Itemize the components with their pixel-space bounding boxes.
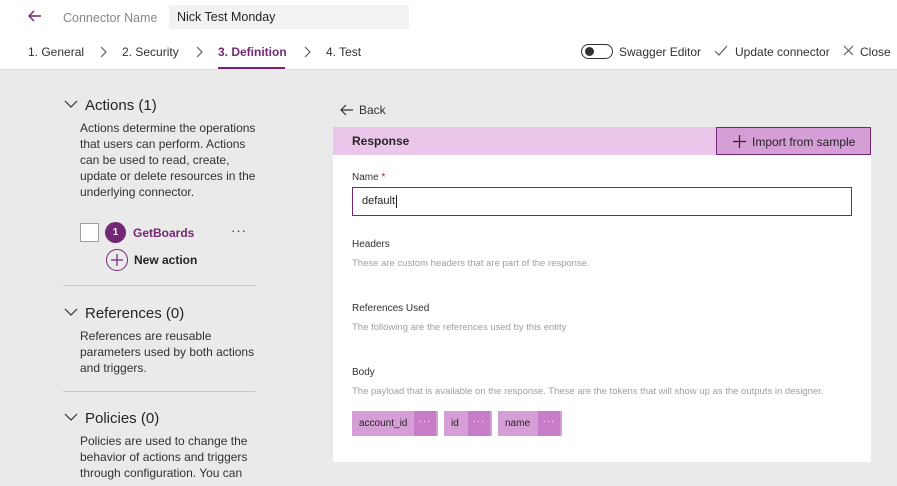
- body-help: The payload that is available on the res…: [352, 386, 824, 397]
- response-title: Response: [352, 134, 410, 148]
- action-item-getboards[interactable]: GetBoards: [133, 226, 194, 240]
- references-heading[interactable]: References (0): [85, 305, 184, 322]
- step-security[interactable]: 2. Security: [122, 45, 179, 59]
- policies-description: Policies are used to change the behavior…: [80, 434, 248, 480]
- section-divider: [63, 391, 255, 392]
- chevron-right-icon: [304, 46, 311, 58]
- close-icon: [843, 45, 854, 56]
- connector-name-input[interactable]: Nick Test Monday: [169, 5, 409, 29]
- back-link[interactable]: Back: [359, 103, 386, 117]
- step-navigation: 1. General 2. Security 3. Definition 4. …: [0, 36, 897, 70]
- actions-heading[interactable]: Actions (1): [85, 97, 157, 114]
- name-input[interactable]: default: [352, 187, 852, 216]
- action-checkbox[interactable]: [80, 223, 99, 242]
- token-label: id: [451, 418, 459, 429]
- toggle-knob: [585, 47, 594, 56]
- plus-icon: [733, 135, 746, 148]
- chevron-right-icon: [100, 46, 107, 58]
- body-token[interactable]: name ···: [498, 411, 562, 436]
- active-step-indicator: [218, 67, 285, 69]
- body-label: Body: [352, 367, 375, 378]
- chevron-down-icon[interactable]: [64, 412, 78, 422]
- token-more-button[interactable]: ···: [538, 411, 560, 436]
- back-icon[interactable]: [340, 104, 354, 116]
- swagger-editor-label: Swagger Editor: [619, 45, 702, 59]
- action-more-button[interactable]: ···: [231, 223, 247, 238]
- step-test[interactable]: 4. Test: [326, 45, 361, 59]
- top-bar: Connector Name Nick Test Monday: [0, 0, 897, 36]
- new-action-button[interactable]: New action: [134, 253, 197, 267]
- step-general[interactable]: 1. General: [28, 45, 84, 59]
- step-definition[interactable]: 3. Definition: [218, 45, 287, 59]
- swagger-editor-toggle[interactable]: [581, 44, 613, 59]
- token-more-button[interactable]: ···: [414, 411, 436, 436]
- token-label: name: [505, 418, 531, 429]
- token-label: account_id: [359, 418, 408, 429]
- add-icon[interactable]: [106, 249, 128, 271]
- update-connector-button[interactable]: Update connector: [735, 45, 830, 59]
- text-cursor: [396, 194, 398, 208]
- required-marker: *: [381, 172, 386, 183]
- definition-sidebar: Actions (1) Actions determine the operat…: [0, 71, 320, 486]
- close-button[interactable]: Close: [860, 45, 891, 59]
- response-card: Response Import from sample Name * defau…: [333, 127, 871, 462]
- token-more-button[interactable]: ···: [468, 411, 490, 436]
- body-token[interactable]: id ···: [444, 411, 492, 436]
- chevron-right-icon: [196, 46, 203, 58]
- response-header: Response Import from sample: [333, 127, 871, 155]
- name-value: default: [362, 195, 396, 207]
- name-label: Name *: [352, 172, 386, 183]
- references-used-help: The following are the references used by…: [352, 322, 567, 333]
- headers-help: These are custom headers that are part o…: [352, 258, 590, 269]
- connector-name-label: Connector Name: [63, 11, 158, 25]
- chevron-down-icon[interactable]: [64, 99, 78, 109]
- import-label: Import from sample: [752, 135, 856, 149]
- body-token[interactable]: account_id ···: [352, 411, 438, 436]
- policies-heading[interactable]: Policies (0): [85, 410, 159, 427]
- actions-description: Actions determine the operations that us…: [80, 121, 256, 199]
- references-used-label: References Used: [352, 303, 430, 314]
- action-number-badge: 1: [105, 222, 126, 243]
- import-from-sample-button[interactable]: Import from sample: [716, 127, 871, 155]
- chevron-down-icon[interactable]: [64, 307, 78, 317]
- references-description: References are reusable parameters used …: [80, 329, 255, 375]
- headers-label: Headers: [352, 239, 390, 250]
- check-icon: [714, 45, 728, 56]
- back-arrow-icon[interactable]: [26, 7, 44, 25]
- section-divider: [63, 285, 255, 286]
